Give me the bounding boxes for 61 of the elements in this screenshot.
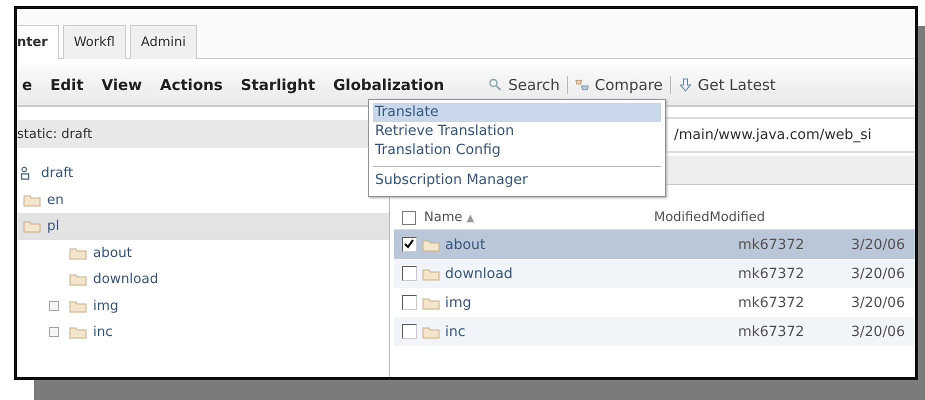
- table-cell-text: mk67372: [738, 266, 806, 282]
- menu-item[interactable]: Translation Config: [373, 141, 661, 160]
- down-arrow-icon: [678, 78, 693, 92]
- tree-item[interactable]: draft: [17, 160, 74, 186]
- menu-item[interactable]: Starlight: [232, 76, 324, 94]
- checkbox[interactable]: [402, 295, 417, 310]
- column-header[interactable]: Name ▲: [424, 210, 654, 229]
- file-name[interactable]: about: [445, 236, 733, 252]
- folder-icon: [69, 325, 87, 340]
- table-row[interactable]: download mk67372 3/20/06: [394, 259, 915, 288]
- folder-icon: [69, 298, 87, 313]
- table-cell: 3/20/06: [851, 324, 905, 340]
- tree-item[interactable]: img: [17, 292, 118, 319]
- menu-item[interactable]: Translate: [373, 103, 661, 122]
- search-icon: [488, 78, 504, 92]
- toolbar-button[interactable]: Compare: [566, 76, 670, 94]
- tree-item[interactable]: download: [17, 266, 158, 292]
- table-cell-text: mk67372: [738, 324, 806, 340]
- checkbox[interactable]: [402, 237, 417, 252]
- tree-item[interactable]: about: [17, 240, 132, 266]
- menu-item[interactable]: e: [17, 76, 42, 94]
- checkbox[interactable]: [402, 211, 416, 225]
- menu-item[interactable]: Retrieve Translation: [373, 122, 661, 141]
- table-cell: 3/20/06: [851, 236, 905, 252]
- compare-icon: [574, 78, 590, 92]
- file-name[interactable]: img: [445, 294, 733, 310]
- column-header[interactable]: ModifiedModified: [654, 210, 765, 229]
- menu-item[interactable]: Edit: [41, 76, 92, 94]
- menu-item[interactable]: Globalization: [324, 76, 454, 94]
- table-cell-text: mk67372: [738, 236, 806, 252]
- tree-item[interactable]: inc: [17, 319, 113, 346]
- tab[interactable]: Workfl: [62, 25, 126, 59]
- menu-item[interactable]: Subscription Manager: [373, 166, 661, 190]
- tab[interactable]: nter: [17, 25, 59, 59]
- folder-icon: [23, 192, 41, 207]
- tab[interactable]: Admini: [130, 25, 197, 59]
- folder-icon: [422, 296, 440, 310]
- checkbox[interactable]: [402, 324, 417, 339]
- table-cell-text: mk67372: [738, 294, 806, 310]
- table-row[interactable]: about mk67372 3/20/06: [394, 230, 915, 259]
- tree-item[interactable]: en: [17, 186, 64, 213]
- table-cell: 3/20/06: [851, 266, 905, 282]
- toolbar-button[interactable]: Get Latest: [670, 76, 783, 94]
- workarea-label: static: draft: [17, 126, 92, 142]
- folder-icon: [69, 272, 87, 286]
- folder-icon: [422, 266, 440, 280]
- folder-icon: [422, 324, 440, 338]
- folder-icon: [69, 246, 87, 260]
- table-row[interactable]: img mk67372 3/20/06: [394, 288, 915, 317]
- folder-icon: [23, 219, 41, 234]
- table-cell: 3/20/06: [851, 294, 905, 310]
- file-name[interactable]: inc: [445, 324, 733, 340]
- table-row[interactable]: inc mk67372 3/20/06: [394, 317, 915, 346]
- tree-item[interactable]: pl: [17, 213, 389, 240]
- file-name[interactable]: download: [445, 266, 733, 282]
- menu-item[interactable]: View: [92, 76, 152, 94]
- checkbox[interactable]: [402, 266, 417, 281]
- path-field[interactable]: /main/www.java.com/web_si: [674, 127, 872, 143]
- toolbar-button[interactable]: Search: [481, 76, 567, 94]
- folder-icon: [422, 238, 440, 252]
- menu-item[interactable]: Actions: [151, 76, 232, 94]
